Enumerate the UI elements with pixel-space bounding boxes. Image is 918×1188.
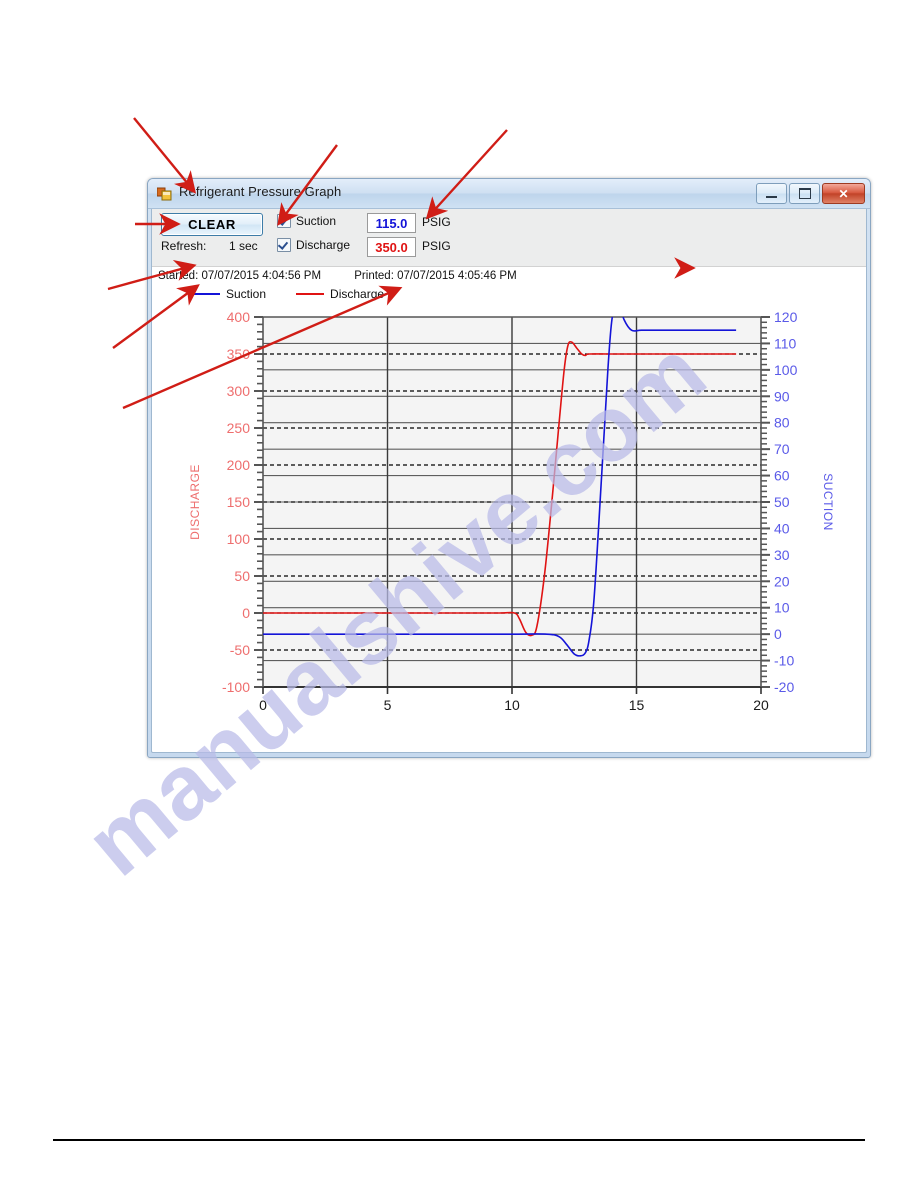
application-window: Refrigerant Pressure Graph ✕ CLEAR Refre… — [147, 178, 871, 758]
left-tick-label: 150 — [227, 494, 251, 510]
left-tick-label: 0 — [242, 605, 250, 621]
close-button[interactable]: ✕ — [822, 183, 865, 204]
legend-item-suction: Suction — [192, 287, 266, 301]
right-tick-label: 90 — [774, 388, 790, 404]
vb-form-icon — [157, 187, 172, 201]
x-tick-label: 10 — [504, 697, 520, 713]
started-value: 07/07/2015 4:04:56 PM — [201, 270, 322, 282]
left-tick-label: -100 — [222, 679, 250, 695]
discharge-line-swatch — [296, 293, 325, 295]
chart-canvas: -100-50050100150200250300350400-20-10010… — [188, 309, 835, 713]
discharge-checkbox[interactable] — [277, 238, 291, 252]
left-tick-label: 50 — [234, 568, 250, 584]
page-footer-rule — [53, 1139, 865, 1141]
left-tick-label: -50 — [230, 642, 250, 658]
right-axis-title: SUCTION — [821, 473, 835, 531]
right-tick-label: 0 — [774, 626, 782, 642]
printed-label: Printed: — [354, 270, 394, 282]
control-toolbar: CLEAR Refresh: 1 sec Suction Discharge 1… — [152, 209, 866, 267]
discharge-value-field[interactable]: 350.0 — [367, 237, 416, 257]
right-tick-label: 110 — [774, 335, 797, 351]
refresh-label: Refresh: — [161, 239, 207, 253]
right-tick-label: 20 — [774, 573, 790, 589]
right-tick-label: -20 — [774, 679, 794, 695]
refresh-value: 1 sec — [229, 239, 258, 253]
minimize-button[interactable] — [756, 183, 787, 204]
right-tick-label: 40 — [774, 520, 790, 536]
legend-label-suction: Suction — [226, 287, 267, 301]
suction-value-field[interactable]: 115.0 — [367, 213, 416, 233]
suction-line-swatch — [192, 293, 220, 295]
discharge-unit-label: PSIG — [422, 239, 451, 253]
chart-legend: Suction Discharge — [192, 287, 384, 301]
right-tick-label: 50 — [774, 494, 790, 510]
legend-label-discharge: Discharge — [330, 287, 385, 301]
suction-checkbox-row[interactable]: Suction — [277, 214, 336, 228]
left-tick-label: 200 — [227, 457, 251, 473]
right-tick-label: 120 — [774, 309, 798, 325]
right-tick-label: 10 — [774, 600, 790, 616]
right-tick-label: 30 — [774, 547, 790, 563]
discharge-checkbox-label: Discharge — [296, 238, 351, 252]
left-axis-title: DISCHARGE — [188, 464, 202, 540]
clear-button[interactable]: CLEAR — [161, 213, 263, 236]
x-tick-label: 0 — [259, 697, 267, 713]
left-tick-label: 300 — [227, 383, 251, 399]
left-tick-label: 250 — [227, 420, 251, 436]
timestamp-info-row: Started: 07/07/2015 4:04:56 PM Printed: … — [158, 270, 517, 282]
left-tick-label: 400 — [227, 309, 251, 325]
left-tick-label: 100 — [227, 531, 251, 547]
right-tick-label: -10 — [774, 653, 794, 669]
window-title-bar[interactable]: Refrigerant Pressure Graph ✕ — [148, 179, 870, 209]
window-title: Refrigerant Pressure Graph — [179, 184, 342, 199]
right-tick-label: 80 — [774, 415, 790, 431]
suction-unit-label: PSIG — [422, 215, 451, 229]
pressure-chart: -100 -50 0 50 100 150 200 250 300 350 400 -20 -10 0 10… — [152, 305, 866, 745]
started-label: Started: — [158, 270, 199, 282]
printed-value: 07/07/2015 4:05:46 PM — [397, 270, 517, 282]
left-tick-label: 350 — [227, 346, 251, 362]
legend-item-discharge: Discharge — [296, 287, 384, 301]
right-tick-label: 70 — [774, 441, 790, 457]
right-tick-label: 60 — [774, 468, 790, 484]
maximize-button[interactable] — [789, 183, 820, 204]
x-tick-label: 15 — [629, 697, 645, 713]
suction-checkbox[interactable] — [277, 214, 291, 228]
right-tick-label: 100 — [774, 362, 798, 378]
suction-checkbox-label: Suction — [296, 214, 337, 228]
x-tick-label: 20 — [753, 697, 769, 713]
x-tick-label: 5 — [384, 697, 392, 713]
discharge-checkbox-row[interactable]: Discharge — [277, 238, 350, 252]
window-controls: ✕ — [756, 183, 865, 204]
window-client-area: CLEAR Refresh: 1 sec Suction Discharge 1… — [151, 209, 867, 753]
